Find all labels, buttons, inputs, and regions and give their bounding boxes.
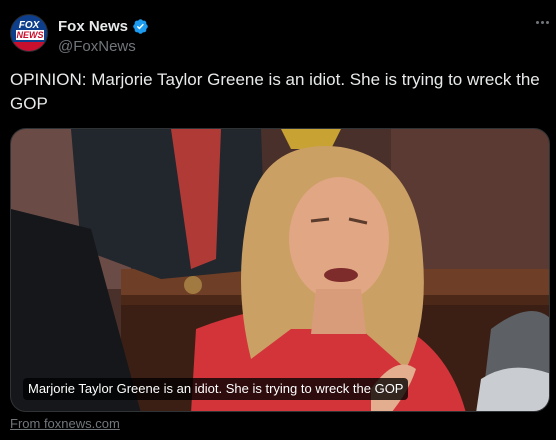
card-image: [11, 129, 549, 411]
avatar[interactable]: FOX NEWS: [10, 14, 48, 52]
account-handle[interactable]: @FoxNews: [58, 38, 136, 55]
card-caption: Marjorie Taylor Greene is an idiot. She …: [23, 378, 409, 400]
more-options-icon[interactable]: [534, 16, 550, 28]
tweet-header: FOX NEWS Fox News @FoxNews: [0, 0, 556, 62]
verified-badge-icon: [132, 18, 149, 35]
avatar-logo-mid: NEWS: [16, 30, 44, 40]
source-link[interactable]: From foxnews.com: [10, 416, 120, 431]
avatar-logo-stripe: [11, 42, 47, 51]
link-card[interactable]: Marjorie Taylor Greene is an idiot. She …: [10, 128, 550, 412]
display-name[interactable]: Fox News: [58, 18, 128, 35]
tweet-text: OPINION: Marjorie Taylor Greene is an id…: [10, 70, 540, 113]
name-row: Fox News: [58, 16, 149, 36]
